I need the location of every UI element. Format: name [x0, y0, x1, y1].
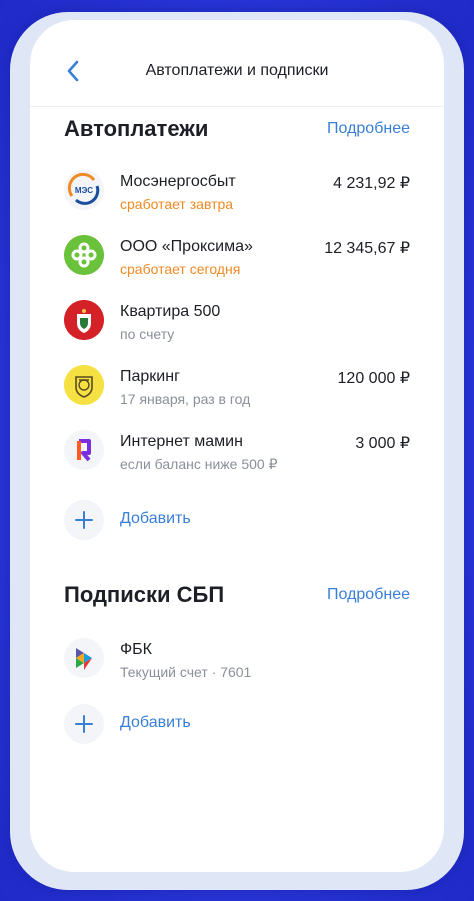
- autopayment-item-apartment[interactable]: Квартира 500 по счету: [30, 300, 444, 360]
- autopayment-amount: 12 345,67 ₽: [324, 240, 410, 257]
- autopayment-status: если баланс ниже 500 ₽: [120, 456, 278, 472]
- plus-icon: [75, 511, 93, 529]
- autopayment-status: 17 января, раз в год: [120, 391, 251, 407]
- sbp-item-name: ФБК: [120, 641, 152, 658]
- autopayment-amount: 3 000 ₽: [355, 435, 410, 452]
- autopayment-name: ООО «Проксима»: [120, 238, 253, 255]
- rostelecom-logo: [64, 430, 104, 470]
- plus-icon: [75, 715, 93, 733]
- autopayment-item-internet[interactable]: Интернет мамин если баланс ниже 500 ₽ 3 …: [30, 430, 444, 490]
- add-sbp-subscription-button[interactable]: Добавить: [30, 704, 444, 748]
- nav-bar: Автоплатежи и подписки: [30, 20, 444, 107]
- autopayments-more-link[interactable]: Подробнее: [327, 120, 410, 138]
- sbp-item-fbk[interactable]: ФБК Текущий счет · 7601: [30, 638, 444, 698]
- autopayment-status: сработает завтра: [120, 196, 234, 212]
- autopayment-amount: 4 231,92 ₽: [333, 175, 410, 192]
- autopayment-name: Квартира 500: [120, 303, 221, 320]
- autopayment-status: сработает сегодня: [120, 261, 241, 277]
- add-autopayment-label: Добавить: [120, 510, 191, 527]
- autopayment-name: Паркинг: [120, 368, 180, 385]
- svg-text:МЭС: МЭС: [75, 186, 93, 195]
- proxima-logo: [64, 235, 104, 275]
- autopayment-name: Интернет мамин: [120, 433, 243, 450]
- moscow-coat-of-arms-logo: [64, 300, 104, 340]
- add-autopayment-button[interactable]: Добавить: [30, 500, 444, 544]
- autopayment-item-parking[interactable]: Паркинг 17 января, раз в год 120 000 ₽: [30, 365, 444, 425]
- autopayment-item-mosenergosbyt[interactable]: МЭС Мосэнергосбыт сработает завтра 4 231…: [30, 170, 444, 230]
- phone-screen: Автоплатежи и подписки Автоплатежи Подро…: [30, 20, 444, 872]
- autopayment-item-proxima[interactable]: ООО «Проксима» сработает сегодня 12 345,…: [30, 235, 444, 295]
- autopayments-title: Автоплатежи: [64, 116, 209, 141]
- autopayment-amount: 120 000 ₽: [337, 370, 410, 387]
- sbp-logo: [64, 638, 104, 678]
- add-circle: [64, 704, 104, 744]
- sbp-more-link[interactable]: Подробнее: [327, 586, 410, 604]
- sbp-item-account: Текущий счет · 7601: [120, 664, 252, 680]
- autopayment-status: по счету: [120, 326, 175, 342]
- sbp-subscriptions-title: Подписки СБП: [64, 582, 225, 607]
- add-sbp-label: Добавить: [120, 714, 191, 731]
- page-title: Автоплатежи и подписки: [145, 62, 329, 79]
- add-circle: [64, 500, 104, 540]
- autopayment-name: Мосэнергосбыт: [120, 173, 236, 190]
- mosenergosbyt-logo: МЭС: [64, 170, 104, 210]
- parking-logo: [64, 365, 104, 405]
